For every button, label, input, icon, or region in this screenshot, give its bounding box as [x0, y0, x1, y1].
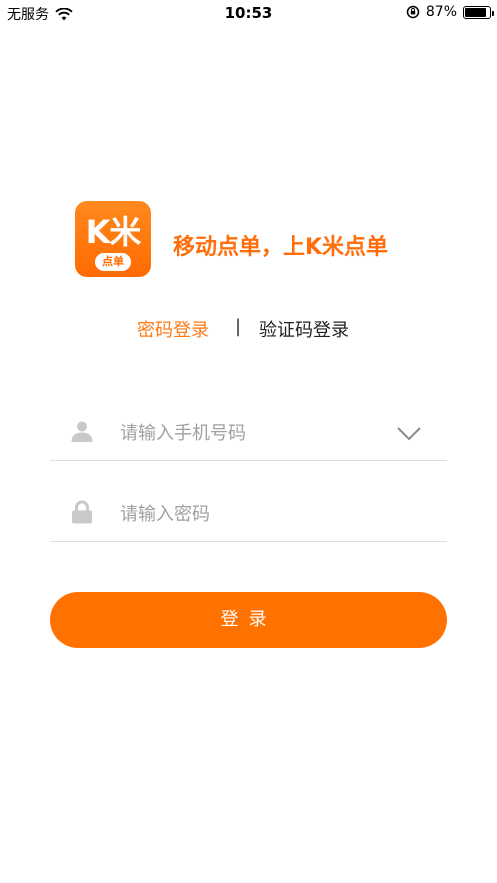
user-icon: [71, 421, 93, 442]
app-logo: K米 点单: [75, 201, 151, 277]
tab-divider: |: [235, 316, 242, 337]
phone-input[interactable]: [120, 419, 390, 447]
battery-percent: 87%: [425, 4, 457, 20]
lock-icon: [72, 500, 92, 524]
chevron-down-icon[interactable]: [397, 427, 421, 441]
battery-fill: [465, 7, 486, 17]
app-slogan: 移动点单，上K米点单: [173, 235, 389, 260]
tab-sms-login[interactable]: 验证码登录: [259, 316, 349, 342]
status-right: 87%: [406, 4, 494, 20]
battery-icon: [463, 5, 494, 19]
login-button[interactable]: 登录: [50, 592, 447, 648]
logo-text: K米: [85, 213, 142, 251]
login-screen: 无服务 10:53 87% K米 点单 移动点单，上K米点单 密码登录 | 验证…: [0, 0, 497, 883]
password-field: [50, 486, 447, 542]
phone-field: [50, 405, 447, 461]
orientation-lock-icon: [406, 5, 420, 19]
status-bar: 无服务 10:53 87%: [0, 0, 497, 28]
tab-password-login[interactable]: 密码登录: [137, 316, 209, 342]
logo-subtext: 点单: [95, 253, 131, 271]
login-mode-tabs: 密码登录 | 验证码登录: [0, 316, 497, 346]
password-input[interactable]: [120, 500, 390, 528]
